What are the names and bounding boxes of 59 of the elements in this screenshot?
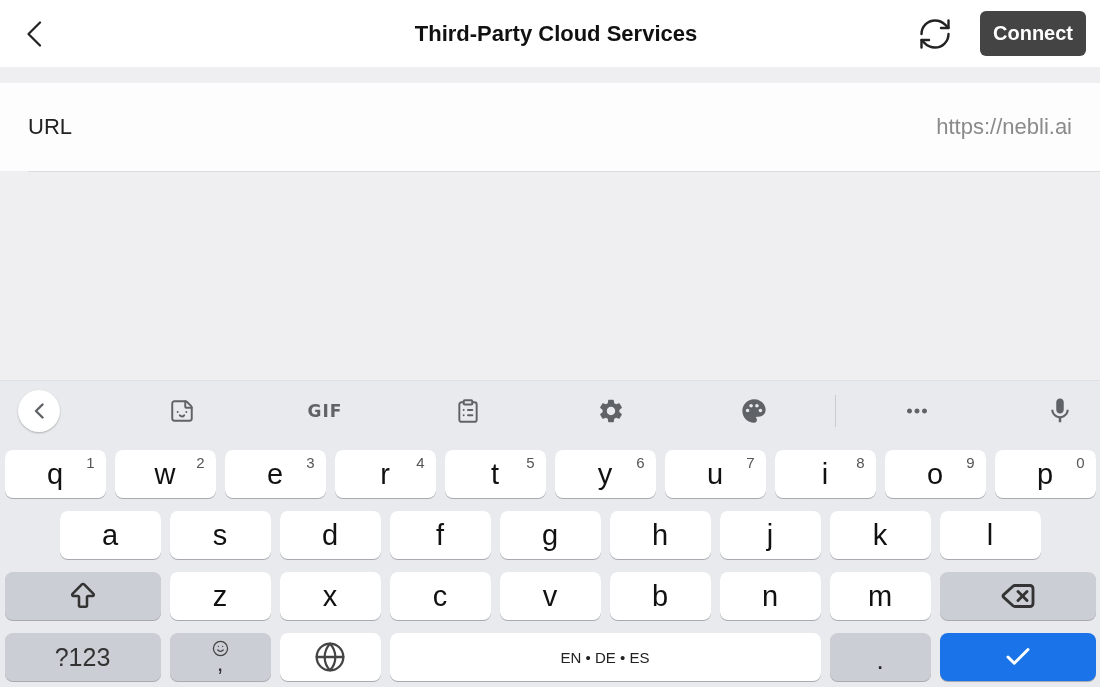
letter-key[interactable]: i 8 — [774, 450, 876, 498]
letter-key[interactable]: r 4 — [334, 450, 436, 498]
symbols-key[interactable]: ?123 — [4, 633, 161, 681]
letter-key[interactable]: z — [169, 572, 271, 620]
clipboard-icon[interactable] — [455, 398, 481, 424]
emoji-comma-key[interactable]: , — [169, 633, 271, 681]
sticker-icon[interactable] — [169, 398, 195, 424]
letter-key[interactable]: d — [279, 511, 381, 559]
space-key[interactable]: EN • DE • ES — [389, 633, 821, 681]
letter-key[interactable]: h — [609, 511, 711, 559]
url-field[interactable]: https://nebli.ai — [92, 110, 1072, 144]
period-key[interactable]: . — [829, 633, 931, 681]
url-row[interactable]: URL https://nebli.ai — [0, 83, 1100, 171]
number-hint: 7 — [746, 455, 755, 470]
connect-button[interactable]: Connect — [980, 11, 1086, 56]
letter-key[interactable]: x — [279, 572, 381, 620]
letter-key[interactable]: j — [719, 511, 821, 559]
letter-key[interactable]: u 7 — [664, 450, 766, 498]
url-label: URL — [28, 114, 72, 140]
letter-key[interactable]: f — [389, 511, 491, 559]
enter-key[interactable] — [939, 633, 1096, 681]
gif-button[interactable]: GIF — [307, 401, 343, 421]
number-hint: 6 — [636, 455, 645, 470]
number-hint: 5 — [526, 455, 535, 470]
letter-key[interactable]: n — [719, 572, 821, 620]
number-hint: 9 — [966, 455, 975, 470]
letter-key[interactable]: q 1 — [4, 450, 106, 498]
number-hint: 3 — [306, 455, 315, 470]
letter-key[interactable]: k — [829, 511, 931, 559]
number-hint: 2 — [196, 455, 205, 470]
letter-key[interactable]: a — [59, 511, 161, 559]
letter-key[interactable]: c — [389, 572, 491, 620]
number-hint: 8 — [856, 455, 865, 470]
letter-key[interactable]: o 9 — [884, 450, 986, 498]
chevron-left-icon — [34, 403, 44, 419]
globe-key[interactable] — [279, 633, 381, 681]
shift-key[interactable] — [4, 572, 161, 620]
number-hint: 1 — [86, 455, 95, 470]
palette-icon[interactable] — [740, 397, 768, 425]
letter-key[interactable]: e 3 — [224, 450, 326, 498]
back-icon[interactable] — [26, 20, 42, 47]
letter-key[interactable]: g — [499, 511, 601, 559]
backspace-key[interactable] — [939, 572, 1096, 620]
letter-key[interactable]: w 2 — [114, 450, 216, 498]
globe-icon — [314, 641, 346, 673]
page-title: Third-Party Cloud Services — [414, 20, 698, 47]
number-hint: 0 — [1076, 455, 1085, 470]
letter-key[interactable]: b — [609, 572, 711, 620]
letter-key[interactable]: y 6 — [554, 450, 656, 498]
smiley-icon — [211, 639, 229, 657]
letter-key[interactable]: s — [169, 511, 271, 559]
letter-key[interactable]: m — [829, 572, 931, 620]
collapse-button[interactable] — [18, 390, 60, 432]
letter-key[interactable]: v — [499, 572, 601, 620]
letter-key[interactable]: t 5 — [444, 450, 546, 498]
letter-key[interactable]: l — [939, 511, 1041, 559]
settings-icon[interactable] — [597, 397, 625, 425]
number-hint: 4 — [416, 455, 425, 470]
letter-key[interactable]: p 0 — [994, 450, 1096, 498]
